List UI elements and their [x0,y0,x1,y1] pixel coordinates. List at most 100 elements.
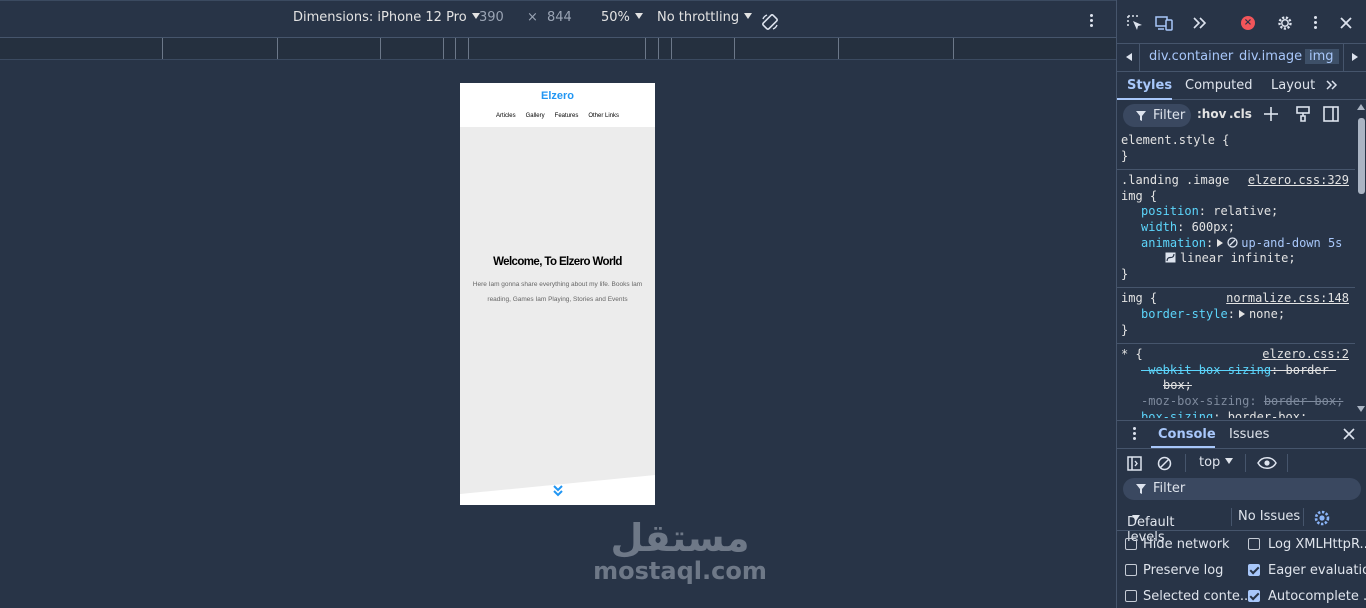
width-input[interactable]: 390 [479,10,504,25]
css-property[interactable]: border-style: none; [1121,307,1355,323]
devtools-menu-icon[interactable] [1310,16,1320,32]
nav-link-other-links[interactable]: Other Links [588,113,619,119]
clear-console-icon[interactable] [1157,456,1172,471]
device-toggle-icon[interactable] [1155,14,1173,32]
add-rule-icon[interactable] [1263,106,1279,122]
context-select[interactable]: top [1199,455,1234,470]
paint-roller-icon[interactable] [1295,106,1311,122]
error-close-icon[interactable]: × [1241,16,1255,30]
angles-down-icon[interactable] [551,484,565,498]
rotate-icon[interactable] [761,13,779,31]
more-options-icon[interactable] [1086,14,1096,30]
css-property[interactable]: position: relative; [1121,204,1355,220]
animation-link-icon[interactable] [1227,236,1238,248]
autocomplete-label: Autocomplete ... [1268,589,1366,604]
device-viewport: Elzero Articles Gallery Features Other L… [0,60,1116,608]
inspect-element-icon[interactable] [1126,14,1144,32]
device-toolbar: Dimensions: iPhone 12 Pro 390 × 844 50% … [0,0,1116,38]
eye-icon[interactable] [1257,456,1277,470]
close-icon[interactable] [1337,14,1355,32]
css-property[interactable]: box-sizing: border-box; [1121,410,1355,419]
device-dimensions-label: Dimensions: iPhone 12 Pro [293,10,467,25]
style-rule-universal[interactable]: elzero.css:2 * { -webkit-box-sizing: bor… [1117,344,1355,418]
zoom-label: 50% [601,10,630,25]
preserve-log-checkbox[interactable] [1125,564,1137,576]
styles-filter-input[interactable]: Filter [1123,104,1191,127]
chevron-down-icon [634,13,643,19]
rule-selector: img { [1121,188,1158,203]
tab-layout[interactable]: Layout [1271,78,1315,93]
console-filter-placeholder: Filter [1153,481,1186,496]
rule-source-link[interactable]: normalize.css:148 [1226,291,1349,307]
ruler-tick [953,38,954,59]
eager-evaluation-checkbox[interactable] [1248,564,1260,576]
hide-network-checkbox[interactable] [1125,538,1137,550]
styles-scrollbar[interactable] [1355,104,1366,416]
site-nav: Articles Gallery Features Other Links [460,113,655,119]
chevron-down-icon [1225,458,1234,464]
chevron-right-icon[interactable] [1352,53,1358,61]
cls-toggle[interactable]: .cls [1229,107,1252,121]
scrollbar-thumb[interactable] [1358,118,1365,194]
nav-link-features[interactable]: Features [555,113,579,119]
rule-close: } [1121,322,1129,337]
site-logo[interactable]: Elzero [460,83,655,102]
console-levels-bar: Default levels No Issues [1117,503,1366,545]
breadcrumb-item[interactable]: div.container [1149,49,1233,64]
rule-source-link[interactable]: elzero.css:329 [1248,173,1349,189]
css-property[interactable]: animation: up-and-down 5s [1121,236,1355,252]
chevron-down-icon [744,13,753,19]
tab-console[interactable]: Console [1158,427,1216,442]
tab-issues[interactable]: Issues [1229,427,1269,442]
landing-title: Welcome, To Elzero World [493,256,622,268]
site-header: Elzero Articles Gallery Features Other L… [460,83,655,128]
style-rule-img[interactable]: normalize.css:148 img { border-style: non… [1117,288,1355,345]
expand-triangle-icon[interactable] [1238,309,1245,318]
tab-computed[interactable]: Computed [1185,78,1253,93]
style-rule-element[interactable]: element.style { } [1117,130,1355,171]
nav-link-articles[interactable]: Articles [496,113,516,119]
log-xmlhttp-checkbox[interactable] [1248,538,1260,550]
style-rule-landing-image[interactable]: elzero.css:329 .landing .image img { pos… [1117,170,1355,289]
nav-link-gallery[interactable]: Gallery [526,113,545,119]
chevron-left-icon[interactable] [1126,53,1132,61]
rule-source-link[interactable]: elzero.css:2 [1262,347,1349,363]
console-settings-icon[interactable] [1313,509,1331,527]
breadcrumb-item-selected[interactable]: img [1305,49,1339,64]
breadcrumb: div.container div.image img [1117,44,1366,72]
context-label: top [1199,455,1221,470]
devtools-main-toolbar: × [1117,0,1366,44]
autocomplete-checkbox[interactable] [1248,590,1260,602]
issues-count[interactable]: No Issues [1238,509,1300,524]
hov-toggle[interactable]: :hov [1197,107,1226,121]
sidebar-toggle-icon[interactable] [1127,456,1142,471]
selected-context-checkbox[interactable] [1125,590,1137,602]
ruler-tick [468,38,469,59]
easing-editor-icon[interactable] [1165,252,1176,263]
expand-triangle-icon[interactable] [1217,238,1224,247]
console-filter-input[interactable]: Filter [1123,478,1361,500]
close-drawer-icon[interactable] [1342,427,1356,441]
sidebar-toggle-icon[interactable] [1323,106,1339,122]
preserve-log-label: Preserve log [1143,563,1224,578]
watermark-logo: مستقل mostaql.com [560,515,800,585]
drawer-menu-icon[interactable] [1133,427,1137,440]
tab-styles[interactable]: Styles [1127,78,1172,93]
height-input[interactable]: 844 [547,10,572,25]
ruler-tick [455,38,456,59]
device-dimensions-select[interactable]: Dimensions: iPhone 12 Pro [293,10,480,25]
rule-close: } [1121,148,1129,163]
media-query-bar[interactable] [0,38,1116,60]
more-tabs-icon[interactable] [1325,78,1339,92]
styles-toolbar: Filter :hov .cls [1117,100,1366,130]
more-tabs-icon[interactable] [1191,14,1209,32]
elements-subtabs: Styles Computed Layout [1117,72,1366,100]
breadcrumb-item[interactable]: div.image [1239,49,1302,64]
active-tab-indicator [1151,446,1215,448]
zoom-select[interactable]: 50% [601,10,643,25]
css-property-overridden[interactable]: -webkit-box-sizing: border- [1121,363,1355,379]
css-property[interactable]: width: 600px; [1121,220,1355,236]
throttling-select[interactable]: No throttling [657,10,753,25]
gear-icon[interactable] [1276,14,1294,32]
css-property-inactive[interactable]: -moz-box-sizing: border-box; [1121,394,1355,410]
